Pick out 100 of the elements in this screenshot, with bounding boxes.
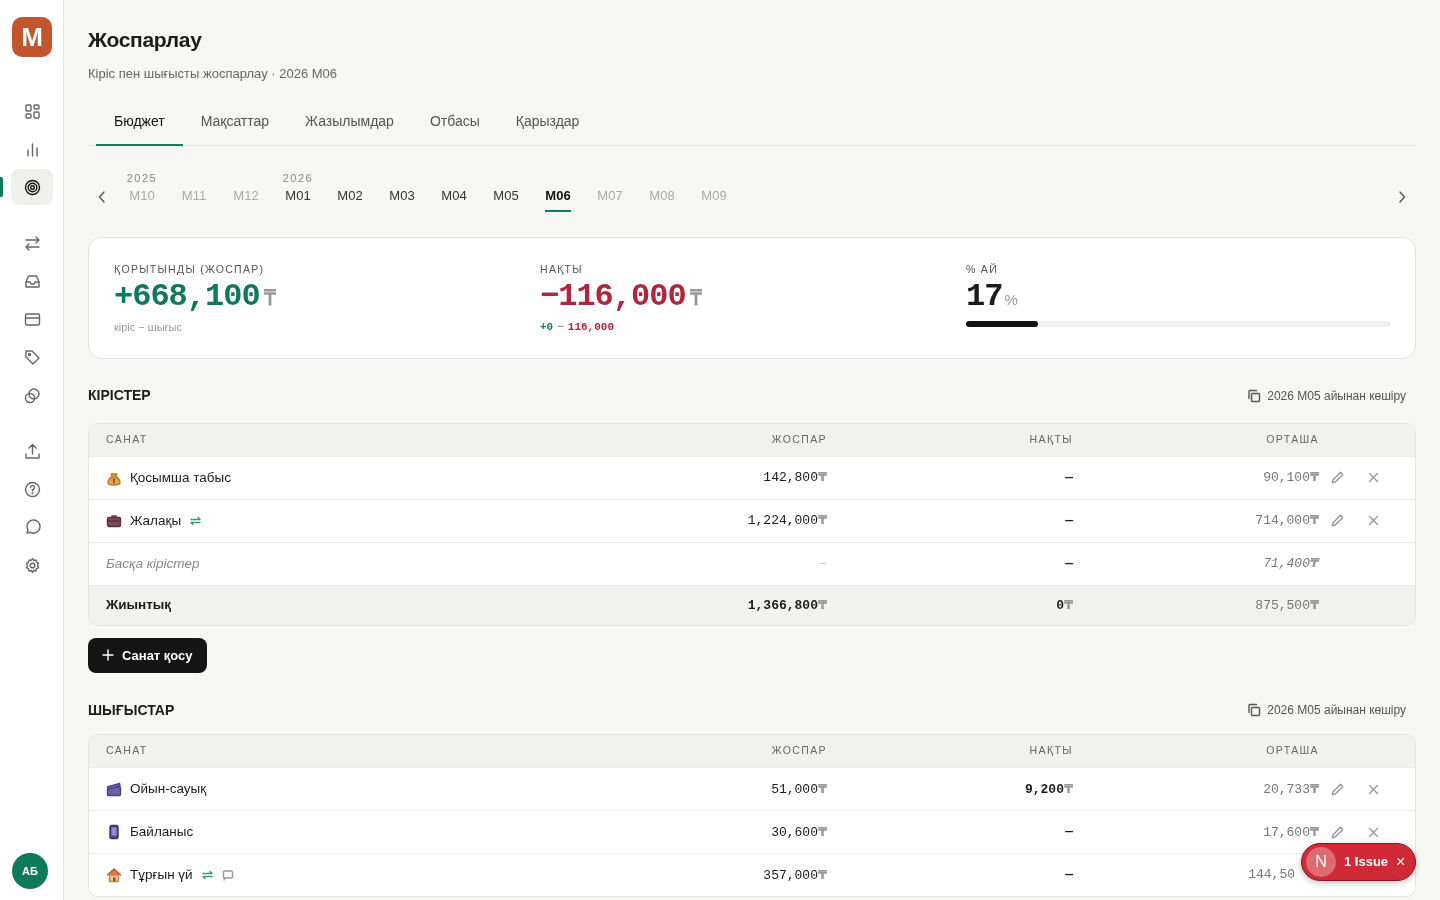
inbox-icon (23, 272, 41, 290)
help-icon (23, 480, 41, 498)
currency-sign: ₸ (1309, 823, 1319, 839)
delete-button[interactable] (1368, 826, 1379, 838)
copy-button[interactable]: 2026 М05 айынан көшіру (1247, 701, 1416, 720)
card-icon (23, 310, 41, 328)
edit-button[interactable] (1331, 514, 1344, 528)
coins-icon (23, 386, 41, 404)
tab[interactable]: Қарыздар (497, 102, 598, 146)
pencil-icon (1331, 825, 1344, 839)
arrows-icon (23, 234, 41, 252)
month-tab[interactable]: М04 (441, 186, 467, 212)
delete-button[interactable] (1368, 783, 1379, 795)
amount: 1,224,000 (747, 513, 818, 529)
column-header: ОРТАША (1265, 743, 1319, 759)
close-icon (1368, 515, 1379, 527)
currency-sign: ₸ (689, 284, 702, 313)
category-name: Тұрғын үй (130, 866, 193, 885)
chat-icon (23, 518, 41, 536)
currency-sign: ₸ (1309, 596, 1319, 612)
tab[interactable]: Мақсаттар (182, 102, 288, 146)
year-label: 2025 (126, 171, 158, 187)
pencil-icon (1331, 782, 1344, 796)
currency-sign: ₸ (817, 469, 827, 485)
edit-button[interactable] (1331, 471, 1344, 485)
currency-sign: ₸ (817, 823, 827, 839)
stat-label: ҚОРЫТЫНДЫ (ЖОСПАР) (114, 261, 266, 277)
total-label: Жиынтық (106, 596, 172, 615)
category-name: Жалақы (130, 511, 182, 530)
currency-sign: ₸ (1309, 469, 1319, 485)
phone-icon (106, 824, 122, 841)
stat-note: кіріс − шығыс (114, 319, 183, 335)
amount: 357,000 (763, 867, 818, 883)
pencil-icon (1331, 514, 1344, 528)
amount: 17,600 (1263, 824, 1310, 840)
clapperboard-icon (106, 781, 122, 798)
issue-badge[interactable]: N 1 Issue × (1301, 843, 1417, 881)
issue-logo: N (1306, 847, 1336, 877)
amount: 9,200 (1024, 781, 1064, 797)
upload-icon (23, 442, 41, 460)
tab[interactable]: Отбасы (411, 102, 498, 146)
column-header: САНАТ (106, 431, 149, 447)
pencil-icon (1331, 471, 1344, 485)
amount: 875,500 (1255, 597, 1310, 613)
edit-button[interactable] (1331, 825, 1344, 839)
delete-button[interactable] (1368, 515, 1379, 527)
category-name: Қосымша табыс (130, 468, 231, 487)
currency-sign: ₸ (817, 512, 827, 528)
stat-value: +668,100 (114, 279, 260, 315)
month-tab[interactable]: М01 (285, 186, 311, 212)
close-button[interactable]: × (1396, 850, 1406, 874)
target-icon (23, 178, 41, 196)
plus-icon (102, 649, 114, 662)
stat-breakdown: − (557, 319, 564, 335)
edit-button[interactable] (1331, 782, 1344, 796)
chevron-right-icon (1398, 191, 1406, 204)
tab[interactable]: Бюджет (96, 102, 183, 146)
delete-button[interactable] (1368, 472, 1379, 484)
amount: 142,800 (763, 470, 818, 486)
amount: 30,600 (771, 824, 818, 840)
currency-sign: ₸ (1063, 780, 1073, 796)
page-subtitle: Кіріс пен шығысты жоспарлау · 2026 М06 (88, 65, 339, 84)
stat-value: 17 (966, 279, 1003, 315)
close-icon (1368, 783, 1379, 795)
stat-label: НАҚТЫ (540, 261, 584, 277)
chevron-left-icon (98, 191, 106, 204)
percent-sign: % (1004, 290, 1018, 311)
grid-icon (23, 102, 41, 120)
amount: — (1065, 867, 1073, 883)
copy-button[interactable]: 2026 М05 айынан көшіру (1247, 386, 1416, 405)
month-tab[interactable]: М06 (545, 186, 571, 212)
briefcase-icon (106, 512, 122, 529)
currency-sign: ₸ (817, 596, 827, 612)
amount: 71,400 (1263, 556, 1310, 572)
add-category-button[interactable]: Санат қосу (88, 637, 207, 674)
stat-label: % АЙ (966, 261, 999, 277)
nav-item[interactable] (11, 169, 53, 205)
amount: 1,366,800 (747, 597, 818, 613)
section-title: ШЫҒЫСТАР (88, 701, 175, 719)
amount: 90,100 (1263, 470, 1310, 486)
close-icon (1368, 472, 1379, 484)
tag-icon (23, 348, 41, 366)
settings-icon (23, 556, 41, 574)
page-title: Жоспарлау (88, 27, 203, 53)
amount: 20,733 (1263, 781, 1310, 797)
amount: — (1065, 555, 1073, 571)
month-tab[interactable]: М03 (389, 186, 415, 212)
house-icon (106, 867, 122, 884)
category-name: Байланыс (130, 823, 194, 842)
amount: 0 (1056, 597, 1064, 613)
currency-sign: ₸ (817, 780, 827, 796)
month-tab[interactable]: М02 (337, 186, 363, 212)
section-title: КІРІСТЕР (88, 387, 151, 405)
column-header: ЖОСПАР (770, 431, 827, 447)
copy-icon (1247, 703, 1262, 718)
month-tab[interactable]: М05 (493, 186, 519, 212)
logo[interactable]: M (12, 17, 52, 57)
tab[interactable]: Жазылымдар (287, 102, 412, 146)
avatar[interactable]: АБ (12, 853, 48, 889)
year-label: 2026 (282, 171, 314, 187)
